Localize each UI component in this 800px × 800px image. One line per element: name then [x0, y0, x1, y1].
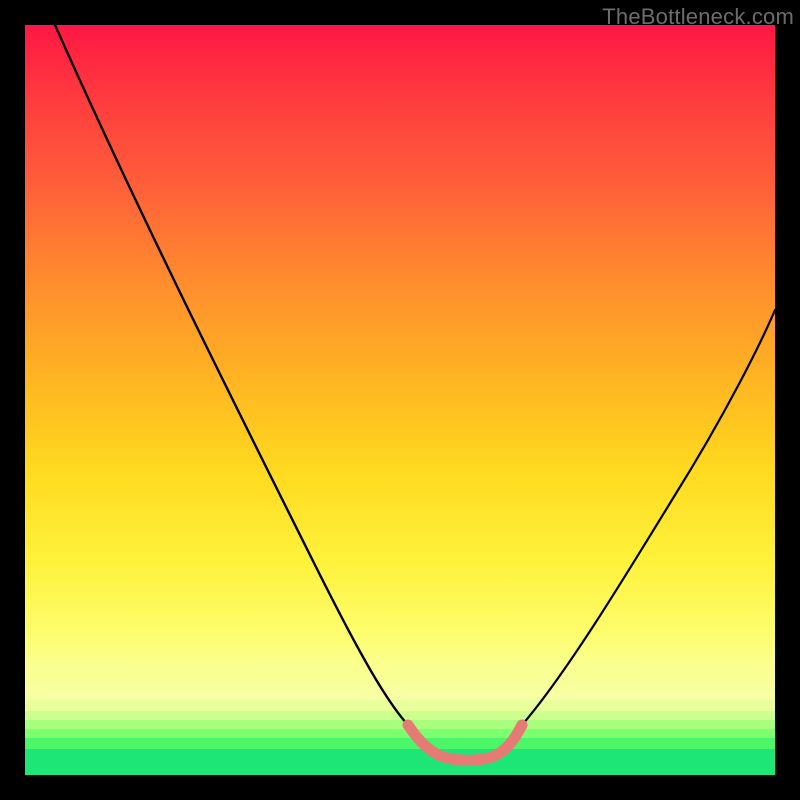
curve-svg	[25, 25, 775, 775]
bottleneck-accent	[408, 725, 522, 760]
bottleneck-curve-right	[522, 310, 775, 725]
bottleneck-curve-left	[55, 25, 408, 725]
curve-layer	[55, 25, 775, 760]
chart-frame: TheBottleneck.com	[0, 0, 800, 800]
plot-area	[25, 25, 775, 775]
watermark-text: TheBottleneck.com	[602, 4, 794, 30]
